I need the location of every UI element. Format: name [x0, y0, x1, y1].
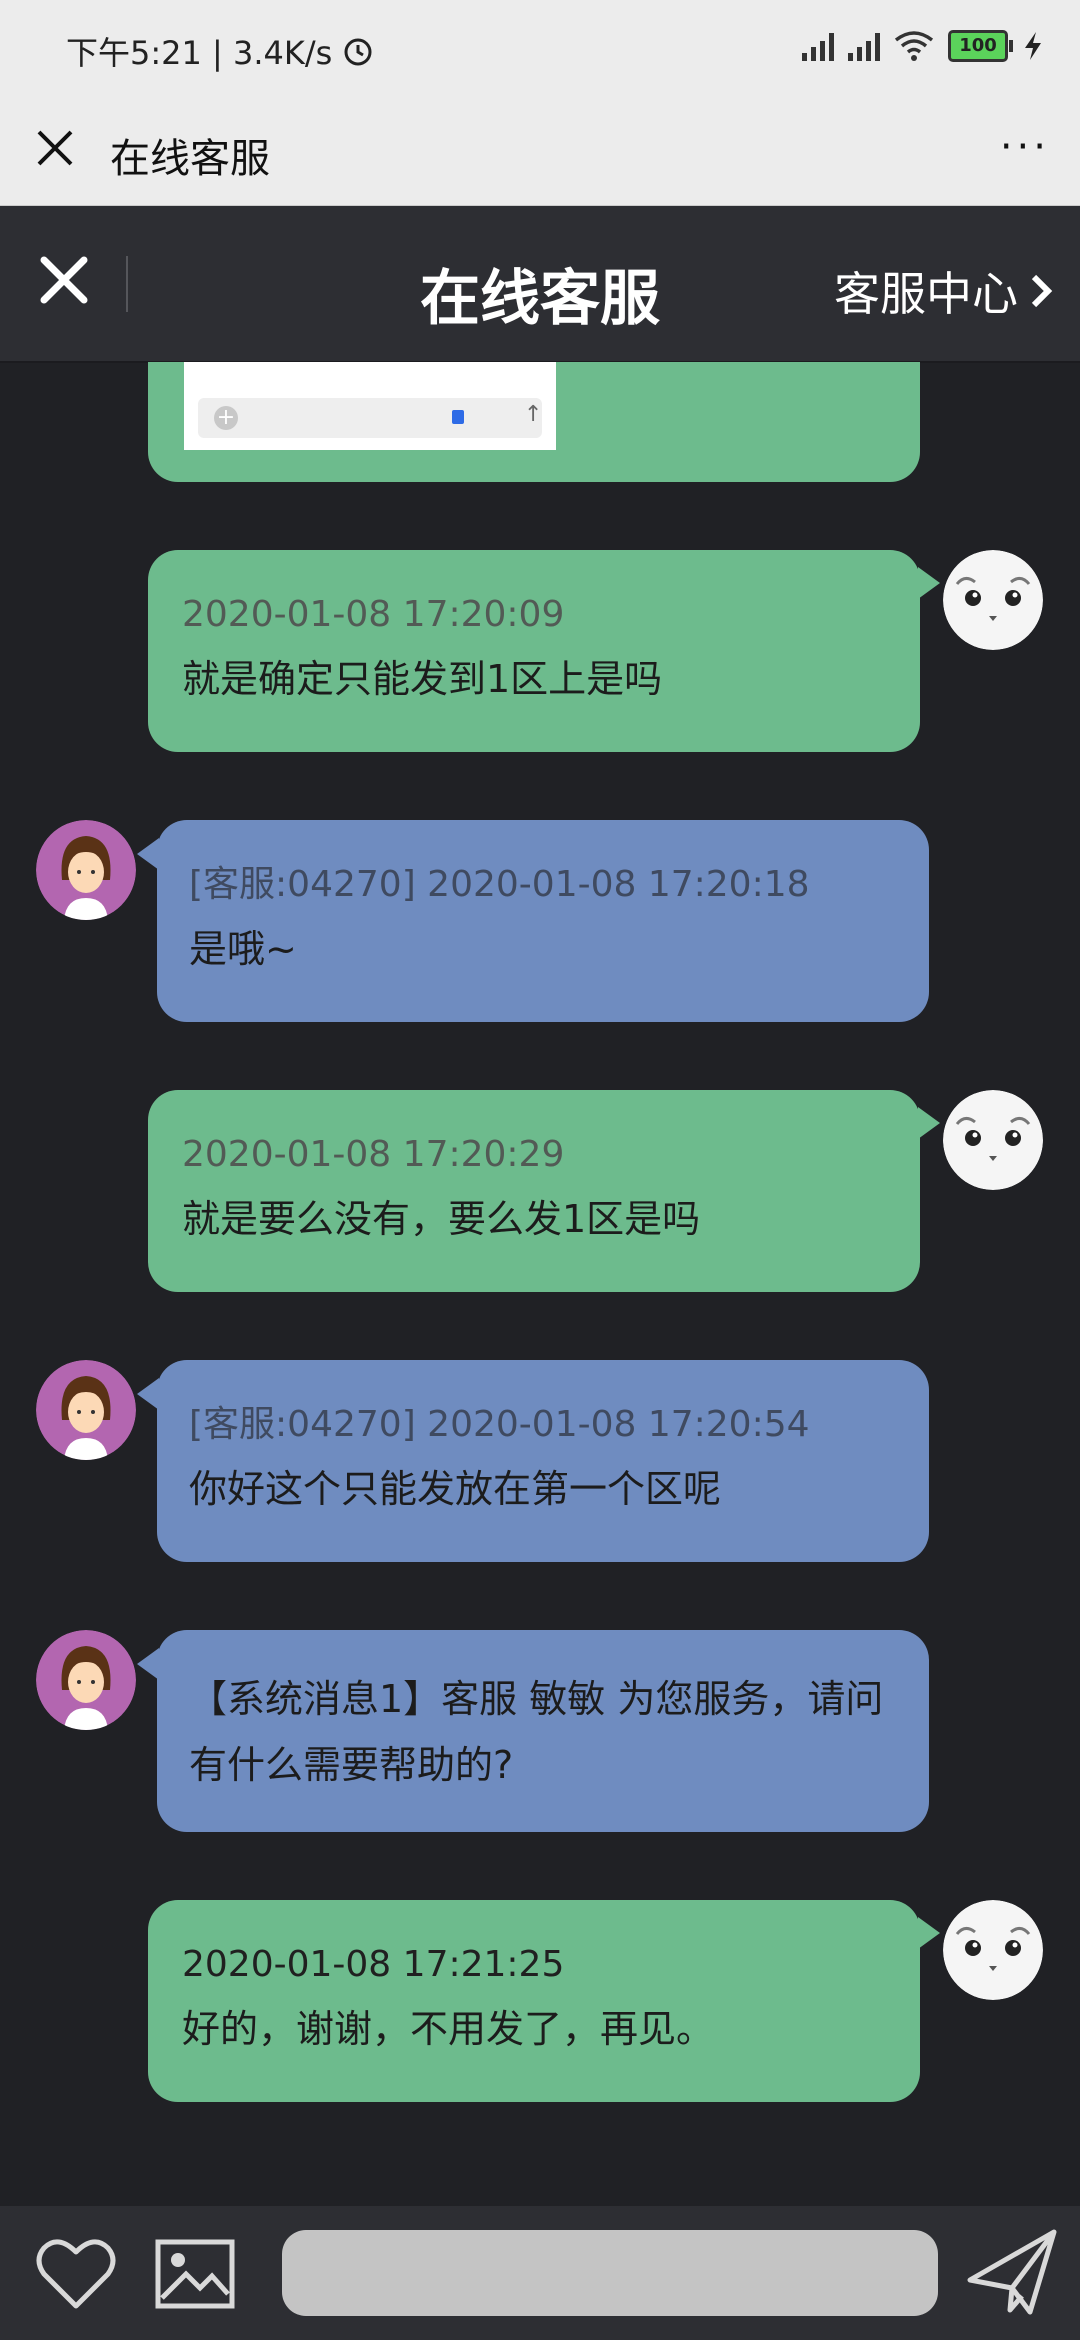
battery-icon: 100 [948, 30, 1013, 62]
plus-icon: + [214, 406, 238, 430]
message-text: 是哦~ [189, 927, 297, 971]
close-icon[interactable] [30, 118, 80, 178]
message-input[interactable] [282, 2230, 938, 2316]
status-right: 100 [802, 30, 1044, 62]
bubble-tail [137, 838, 159, 870]
image-attachment[interactable]: + ↑ [184, 362, 556, 450]
message-text: 【系统消息1】客服 敏敏 为您服务，请问有什么需要帮助的? [189, 1677, 884, 1787]
input-bar [0, 2206, 1080, 2340]
user-avatar[interactable] [943, 550, 1043, 650]
user-avatar[interactable] [943, 1900, 1043, 2000]
agent-avatar[interactable] [36, 820, 136, 920]
bubble-tail [137, 1378, 159, 1410]
message-bubble-agent: [客服:04270] 2020-01-08 17:20:18 是哦~ [157, 820, 929, 1022]
file-icon [452, 410, 464, 424]
service-center-link[interactable]: 客服中心 [834, 258, 1056, 324]
signal-icon [848, 31, 880, 61]
message-bubble-agent: [客服:04270] 2020-01-08 17:20:54 你好这个只能发放在… [157, 1360, 929, 1562]
alarm-icon [344, 38, 372, 66]
bubble-tail [137, 1648, 159, 1680]
service-center-label: 客服中心 [834, 267, 1018, 321]
message-timestamp: [客服:04270] 2020-01-08 17:20:18 [189, 864, 810, 905]
more-menu-button[interactable]: ··· [1000, 124, 1050, 170]
message-bubble-user: 2020-01-08 17:20:09 就是确定只能发到1区上是吗 [148, 550, 920, 752]
message-bubble-user: 2020-01-08 17:20:29 就是要么没有，要么发1区是吗 [148, 1090, 920, 1292]
message-timestamp: 2020-01-08 17:20:29 [182, 1134, 565, 1175]
bubble-tail [918, 1917, 940, 1949]
heart-icon[interactable] [36, 2236, 116, 2312]
message-bubble-user: 2020-01-08 17:21:25 好的，谢谢，不用发了，再见。 [148, 1900, 920, 2102]
image-icon[interactable] [154, 2236, 236, 2312]
wifi-icon [894, 31, 934, 61]
page-title: 在线客服 [110, 136, 270, 182]
message-text: 你好这个只能发放在第一个区呢 [189, 1467, 722, 1511]
bubble-tail [918, 567, 940, 599]
chevron-right-icon [1031, 274, 1053, 308]
message-text: 就是要么没有，要么发1区是吗 [182, 1197, 701, 1241]
status-left: 下午5:21 | 3.4K/s [66, 28, 374, 74]
message-list[interactable]: + ↑ 2020-01-08 17:20:09 就是确定只能发到1区上是吗 [客… [0, 362, 1080, 2202]
message-text: 好的，谢谢，不用发了，再见。 [182, 2007, 715, 2051]
agent-avatar[interactable] [36, 1630, 136, 1730]
nav-bar: 在线客服 ··· [0, 100, 1080, 206]
charging-icon [1025, 32, 1041, 60]
arrow-up-icon: ↑ [524, 402, 543, 427]
status-time-speed: 下午5:21 | 3.4K/s [66, 34, 333, 72]
status-bar: 下午5:21 | 3.4K/s 100 [0, 0, 1080, 100]
message-timestamp: [客服:04270] 2020-01-08 17:20:54 [189, 1404, 810, 1445]
message-timestamp: 2020-01-08 17:20:09 [182, 594, 565, 635]
paper-plane-icon[interactable] [966, 2226, 1058, 2318]
agent-avatar[interactable] [36, 1360, 136, 1460]
message-timestamp: 2020-01-08 17:21:25 [182, 1944, 565, 1985]
signal-icon [802, 31, 834, 61]
message-bubble-system: 【系统消息1】客服 敏敏 为您服务，请问有什么需要帮助的? [157, 1630, 929, 1832]
user-avatar[interactable] [943, 1090, 1043, 1190]
bubble-tail [918, 1107, 940, 1139]
chat-header: 在线客服 客服中心 [0, 206, 1080, 363]
message-text: 就是确定只能发到1区上是吗 [182, 657, 663, 701]
